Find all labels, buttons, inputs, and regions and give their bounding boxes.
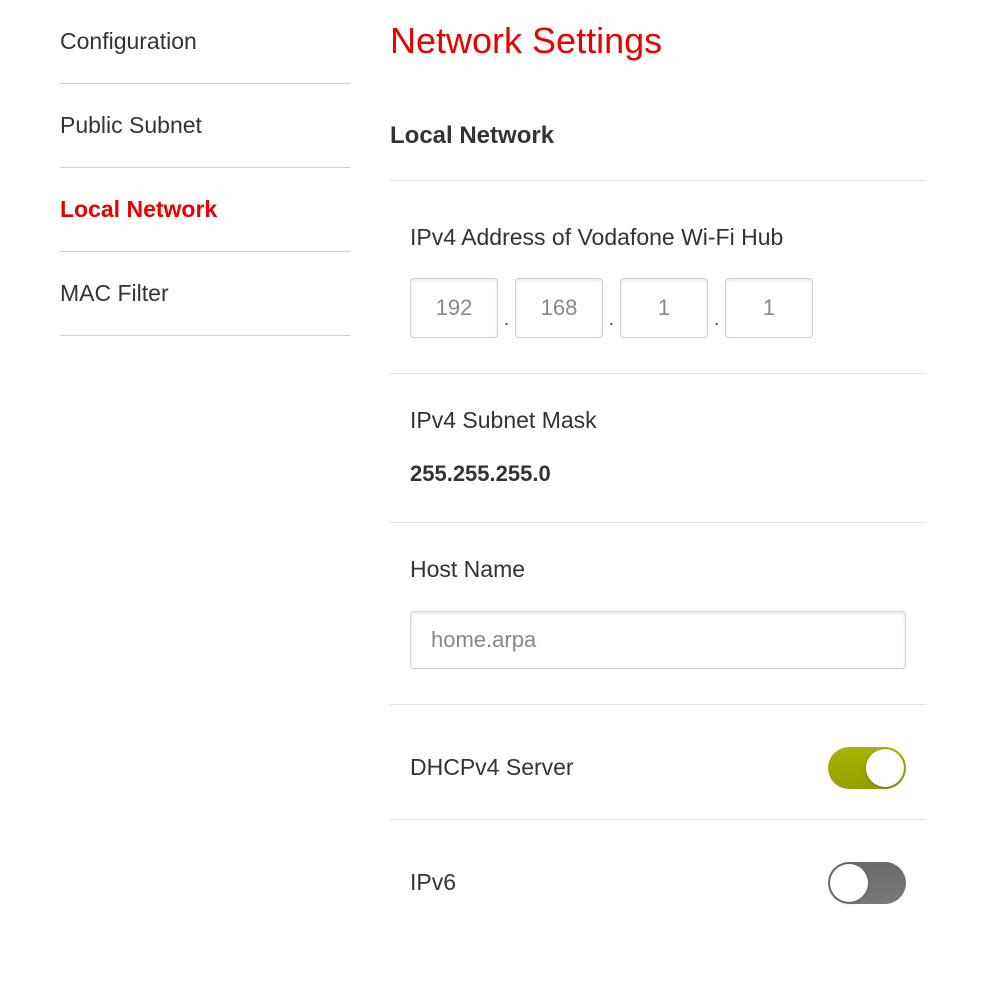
sidebar-item-mac-filter[interactable]: MAC Filter xyxy=(60,252,350,336)
sidebar-item-public-subnet[interactable]: Public Subnet xyxy=(60,84,350,168)
sidebar-item-configuration[interactable]: Configuration xyxy=(60,0,350,84)
ipv4-octet-4[interactable] xyxy=(725,278,813,338)
ipv4-octet-1[interactable] xyxy=(410,278,498,338)
sidebar: Configuration Public Subnet Local Networ… xyxy=(0,0,360,1000)
ip-dot: . xyxy=(712,309,721,330)
sidebar-item-local-network[interactable]: Local Network xyxy=(60,168,350,252)
page-title: Network Settings xyxy=(390,20,926,62)
main-content: Network Settings Local Network IPv4 Addr… xyxy=(360,0,1006,1000)
ipv4-address-label: IPv4 Address of Vodafone Wi-Fi Hub xyxy=(410,221,906,253)
ipv6-row: IPv6 xyxy=(390,850,926,904)
ipv4-octet-3[interactable] xyxy=(620,278,708,338)
toggle-knob xyxy=(866,749,904,787)
subnet-mask-group: IPv4 Subnet Mask 255.255.255.0 xyxy=(390,404,926,523)
ipv6-label: IPv6 xyxy=(410,869,456,896)
hostname-group: Host Name xyxy=(390,553,926,704)
section-title: Local Network xyxy=(390,122,926,181)
ipv4-octet-2[interactable] xyxy=(515,278,603,338)
subnet-mask-label: IPv4 Subnet Mask xyxy=(410,404,906,436)
ipv6-toggle[interactable] xyxy=(828,862,906,904)
subnet-mask-value: 255.255.255.0 xyxy=(410,461,906,487)
ipv4-address-inputs: . . . xyxy=(410,278,906,338)
hostname-label: Host Name xyxy=(410,553,906,585)
ip-dot: . xyxy=(607,309,616,330)
hostname-input[interactable] xyxy=(410,611,906,669)
dhcpv4-row: DHCPv4 Server xyxy=(390,735,926,820)
dhcpv4-toggle[interactable] xyxy=(828,747,906,789)
dhcpv4-label: DHCPv4 Server xyxy=(410,754,574,781)
ipv4-address-group: IPv4 Address of Vodafone Wi-Fi Hub . . . xyxy=(390,221,926,374)
toggle-knob xyxy=(830,864,868,902)
ip-dot: . xyxy=(502,309,511,330)
